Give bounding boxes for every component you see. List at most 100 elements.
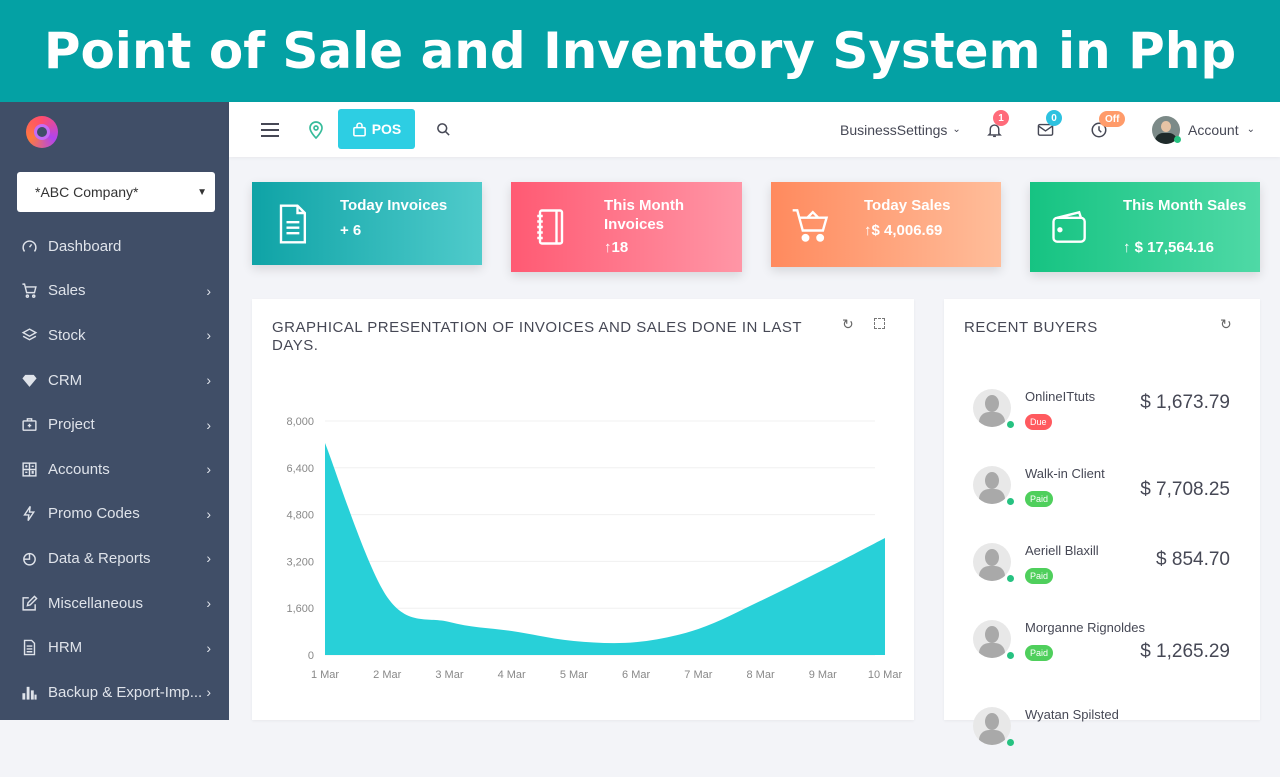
card-value: ↑18 xyxy=(604,239,629,256)
default-avatar-icon xyxy=(973,466,1011,504)
sidebar-item-data-reports[interactable]: Data & Reports › xyxy=(0,536,229,581)
app-logo[interactable] xyxy=(26,116,58,148)
bolt-icon xyxy=(20,505,38,523)
chevron-right-icon: › xyxy=(206,416,211,433)
payment-status-badge: Paid xyxy=(1025,491,1054,507)
card-title: Today Invoices xyxy=(340,197,448,214)
chevron-right-icon: › xyxy=(206,550,211,567)
pos-button[interactable]: POS xyxy=(338,109,415,149)
sidebar-nav: Dashboard Sales › Stock › CRM › Project … xyxy=(0,224,229,715)
online-status-dot xyxy=(1174,136,1181,143)
default-avatar-icon xyxy=(973,389,1011,427)
buyer-amount: $ 854.70 xyxy=(1156,549,1230,570)
caret-down-icon: ▼ xyxy=(197,186,207,198)
stat-card-today-sales[interactable]: Today Sales ↑$ 4,006.69 xyxy=(771,182,1001,267)
sidebar-item-project[interactable]: Project › xyxy=(0,402,229,447)
sidebar-item-stock[interactable]: Stock › xyxy=(0,313,229,358)
hamburger-icon xyxy=(261,122,279,137)
x-tick-label: 9 Mar xyxy=(809,669,837,681)
bar-chart-icon xyxy=(20,683,38,701)
stat-card-month-invoices[interactable]: This Month Invoices ↑18 xyxy=(511,182,742,272)
x-tick-label: 1 Mar xyxy=(311,669,339,681)
buyer-amount: $ 1,265.29 xyxy=(1140,641,1230,662)
buyer-name: Morganne Rignoldes xyxy=(1025,620,1145,635)
banner-title: Point of Sale and Inventory System in Ph… xyxy=(43,22,1237,80)
sidebar-item-label: Project xyxy=(48,416,95,434)
sidebar-item-miscellaneous[interactable]: Miscellaneous › xyxy=(0,581,229,626)
area-chart: 0 1,600 3,200 4,800 6,400 8,000 1 Mar 2 Mar 3 Ma… xyxy=(286,416,902,681)
chevron-right-icon: › xyxy=(206,595,211,612)
buyer-name: Aeriell Blaxill xyxy=(1025,543,1099,558)
buyer-name: OnlineITtuts xyxy=(1025,389,1096,404)
speedometer-icon xyxy=(20,237,38,255)
edit-icon xyxy=(20,594,38,612)
sidebar-item-label: Accounts xyxy=(48,460,110,478)
account-label: Account xyxy=(1188,121,1239,138)
y-tick-label: 0 xyxy=(308,650,314,662)
stat-card-month-sales[interactable]: This Month Sales ↑ $ 17,564.16 xyxy=(1030,182,1260,272)
company-select[interactable]: *ABC Company* ▼ xyxy=(17,172,215,212)
area-series[interactable] xyxy=(325,442,885,655)
x-tick-label: 3 Mar xyxy=(435,669,463,681)
messages-badge: 0 xyxy=(1046,110,1062,126)
sidebar-item-label: HRM xyxy=(48,639,83,657)
buyer-name: Walk-in Client xyxy=(1025,466,1105,481)
company-select-value: *ABC Company* xyxy=(35,184,139,200)
wallet-icon xyxy=(1048,205,1092,249)
x-tick-label: 6 Mar xyxy=(622,669,650,681)
layers-icon xyxy=(20,326,38,344)
buyer-row[interactable]: Walk-in Client Paid $ 7,708.25 xyxy=(944,466,1260,536)
sidebar-item-label: Miscellaneous xyxy=(48,594,144,612)
payment-status-badge: Paid xyxy=(1025,645,1054,661)
menu-toggle-button[interactable] xyxy=(257,102,283,157)
chevron-right-icon: › xyxy=(206,327,211,344)
x-tick-label: 7 Mar xyxy=(684,669,712,681)
sidebar-item-dashboard[interactable]: Dashboard xyxy=(0,224,229,269)
buyer-row[interactable]: Wyatan Spilsted xyxy=(944,707,1260,777)
sidebar-item-promo-codes[interactable]: Promo Codes › xyxy=(0,492,229,537)
cart-icon xyxy=(20,282,38,300)
default-avatar-icon xyxy=(973,620,1011,658)
document-icon xyxy=(20,639,38,657)
buyer-row[interactable]: OnlineITtuts Due $ 1,673.79 xyxy=(944,389,1260,459)
buyer-row[interactable]: Aeriell Blaxill Paid $ 854.70 xyxy=(944,543,1260,613)
buyer-amount: $ 1,673.79 xyxy=(1140,392,1230,413)
business-settings-dropdown[interactable]: BusinessSettings ⌄ xyxy=(840,102,961,157)
video-title-banner: Point of Sale and Inventory System in Ph… xyxy=(0,0,1280,102)
calculator-icon xyxy=(20,460,38,478)
clock-status-badge: Off xyxy=(1099,111,1126,127)
card-value: ↑ $ 17,564.16 xyxy=(1123,239,1214,256)
default-avatar-icon xyxy=(973,543,1011,581)
card-title: This Month Invoices xyxy=(604,197,684,233)
online-status-dot xyxy=(1007,421,1014,428)
sidebar-item-hrm[interactable]: HRM › xyxy=(0,625,229,670)
business-settings-label: BusinessSettings xyxy=(840,121,948,138)
invoice-document-icon xyxy=(270,202,314,246)
location-button[interactable] xyxy=(306,102,326,157)
x-tick-label: 2 Mar xyxy=(373,669,401,681)
online-status-dot xyxy=(1007,652,1014,659)
notifications-badge: 1 xyxy=(993,110,1009,126)
x-tick-label: 4 Mar xyxy=(498,669,526,681)
x-tick-label: 8 Mar xyxy=(746,669,774,681)
chevron-right-icon: › xyxy=(206,461,211,478)
basket-icon xyxy=(789,203,833,247)
search-button[interactable] xyxy=(433,102,453,157)
sidebar-item-accounts[interactable]: Accounts › xyxy=(0,447,229,492)
card-title: Today Sales xyxy=(864,197,951,214)
online-status-dot xyxy=(1007,498,1014,505)
sidebar-item-backup-export[interactable]: Backup & Export-Imp... › xyxy=(0,670,229,715)
refresh-icon[interactable]: ↻ xyxy=(1220,316,1232,333)
sidebar-item-label: Promo Codes xyxy=(48,505,140,523)
account-dropdown[interactable]: Account ⌄ xyxy=(1152,102,1255,157)
sidebar-item-label: Backup & Export-Imp... xyxy=(48,683,203,701)
stat-card-today-invoices[interactable]: Today Invoices + 6 xyxy=(252,182,482,265)
chevron-right-icon: › xyxy=(206,372,211,389)
buyer-row[interactable]: Morganne Rignoldes Paid $ 1,265.29 xyxy=(944,620,1260,690)
sidebar-item-sales[interactable]: Sales › xyxy=(0,269,229,314)
card-title: This Month Sales xyxy=(1123,197,1247,214)
sidebar-item-crm[interactable]: CRM › xyxy=(0,358,229,403)
card-value: + 6 xyxy=(340,222,362,239)
chevron-right-icon: › xyxy=(206,639,211,656)
briefcase-icon xyxy=(20,416,38,434)
